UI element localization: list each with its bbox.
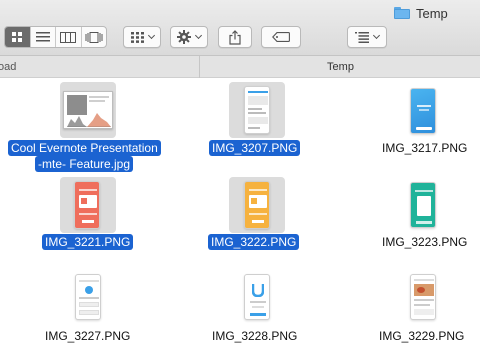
path-right-label: Temp bbox=[327, 61, 354, 73]
file-thumbnail bbox=[244, 274, 270, 320]
group-by-icon bbox=[130, 31, 144, 43]
path-bar-left-tab[interactable]: oad bbox=[0, 56, 200, 78]
group-by-button[interactable] bbox=[123, 26, 161, 48]
file-label-line1: Cool Evernote Presentation bbox=[8, 140, 161, 156]
file-thumbnail bbox=[410, 182, 436, 228]
file-label: IMG_3217.PNG bbox=[382, 141, 468, 155]
file-label: IMG_3222.PNG bbox=[208, 234, 300, 250]
file-thumbnail bbox=[244, 86, 270, 134]
finder-window: Temp oad Temp Cool Evernote Presentation… bbox=[0, 0, 480, 350]
share-icon bbox=[229, 29, 241, 45]
window-title: Temp bbox=[394, 4, 448, 22]
gear-icon bbox=[177, 30, 191, 44]
file-thumbnail bbox=[63, 91, 113, 129]
tag-icon bbox=[272, 32, 290, 42]
file-thumbnail bbox=[410, 88, 436, 134]
file-label: IMG_3221.PNG bbox=[42, 234, 134, 250]
view-mode-segmented-control bbox=[4, 26, 107, 48]
icon-view-icon bbox=[12, 32, 23, 42]
arrange-button[interactable] bbox=[347, 26, 387, 48]
file-label: IMG_3229.PNG bbox=[379, 329, 465, 343]
cover-flow-icon bbox=[85, 31, 103, 43]
file-thumbnail bbox=[410, 274, 436, 320]
arrange-icon bbox=[355, 31, 369, 43]
path-bar: oad Temp bbox=[0, 56, 480, 78]
chevron-down-icon bbox=[372, 31, 381, 40]
file-label: IMG_3207.PNG bbox=[209, 140, 301, 156]
column-view-button[interactable] bbox=[56, 27, 82, 47]
chevron-down-icon bbox=[194, 31, 203, 40]
chevron-down-icon bbox=[147, 31, 155, 40]
icon-view-button[interactable] bbox=[5, 27, 31, 47]
file-label-line2: -mte- Feature.jpg bbox=[35, 156, 134, 172]
cover-flow-button[interactable] bbox=[82, 27, 107, 47]
action-menu-button[interactable] bbox=[170, 26, 208, 48]
file-label: IMG_3223.PNG bbox=[382, 235, 468, 249]
window-title-text: Temp bbox=[416, 5, 448, 21]
tag-button[interactable] bbox=[261, 26, 301, 48]
list-view-icon bbox=[35, 32, 50, 42]
share-button[interactable] bbox=[218, 26, 252, 48]
toolbar: Temp bbox=[0, 0, 480, 56]
file-label: IMG_3228.PNG bbox=[212, 329, 298, 343]
folder-icon bbox=[394, 7, 410, 19]
file-thumbnail bbox=[244, 181, 270, 229]
column-view-icon bbox=[60, 31, 77, 43]
path-bar-right-tab[interactable]: Temp bbox=[201, 56, 480, 78]
file-label: IMG_3227.PNG bbox=[45, 329, 131, 343]
path-left-label: oad bbox=[0, 61, 17, 73]
list-view-button[interactable] bbox=[31, 27, 56, 47]
file-thumbnail bbox=[75, 274, 101, 320]
file-thumbnail bbox=[74, 181, 100, 229]
